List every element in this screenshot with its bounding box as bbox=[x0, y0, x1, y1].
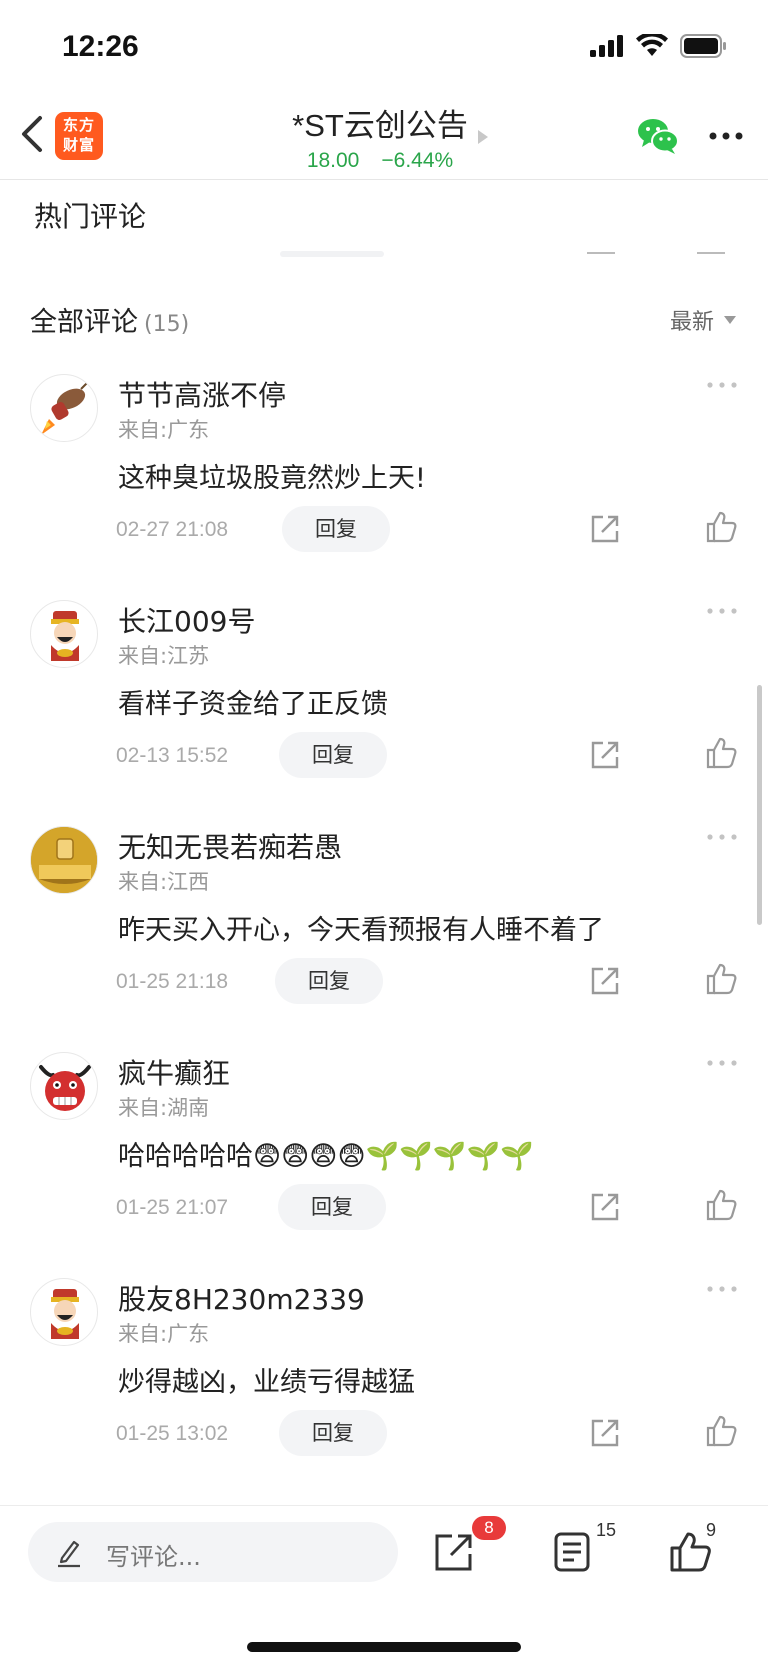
thumbs-up-icon[interactable] bbox=[704, 736, 738, 770]
pencil-icon bbox=[58, 1540, 80, 1568]
comment-item: 疯牛癫狂 来自:湖南 哈哈哈哈哈😨😨😨😨🌱🌱🌱🌱🌱 01-25 21:07 回复 bbox=[0, 1038, 768, 1264]
nav-header: 东方 财富 *ST云创公告 18.00 −6.44% bbox=[0, 96, 768, 180]
gold-coin-avatar-icon bbox=[31, 827, 97, 893]
comment-item: 长江009号 来自:江苏 看样子资金给了正反馈 02-13 15:52 回复 bbox=[0, 586, 768, 812]
comment-author[interactable]: 股友8H230m2339 bbox=[118, 1278, 365, 1318]
back-icon[interactable] bbox=[18, 114, 48, 154]
avatar[interactable] bbox=[30, 374, 98, 442]
logo-line2: 财富 bbox=[62, 136, 95, 154]
comment-text[interactable]: 昨天买入开心，今天看预报有人睡不着了 bbox=[118, 908, 604, 947]
write-comment-placeholder: 写评论... bbox=[106, 1543, 201, 1571]
battery-icon bbox=[680, 34, 726, 58]
status-icons bbox=[590, 34, 728, 58]
share-badge: 8 bbox=[472, 1516, 506, 1540]
share-icon[interactable] bbox=[588, 1416, 622, 1450]
reply-button[interactable]: 回复 bbox=[282, 506, 390, 552]
more-icon[interactable] bbox=[706, 380, 738, 390]
wechat-icon[interactable] bbox=[636, 116, 680, 156]
hot-comments-overflow bbox=[280, 251, 725, 257]
comment-item: 股友8H230m2339 来自:广东 炒得越凶，业绩亏得越猛 01-25 13:… bbox=[0, 1264, 768, 1490]
share-icon[interactable] bbox=[588, 964, 622, 998]
comment-location: 来自:广东 bbox=[118, 1322, 210, 1346]
more-icon[interactable] bbox=[706, 1058, 738, 1068]
avatar[interactable] bbox=[30, 1052, 98, 1120]
share-icon[interactable] bbox=[588, 738, 622, 772]
red-bull-avatar-icon bbox=[39, 1065, 91, 1111]
thumbs-up-icon[interactable] bbox=[704, 1414, 738, 1448]
hot-comments-header: 热门评论 bbox=[0, 181, 768, 251]
avatar[interactable] bbox=[30, 1278, 98, 1346]
comment-count: (15) bbox=[144, 312, 190, 337]
comment-location: 来自:江苏 bbox=[118, 644, 210, 668]
status-time: 12:26 bbox=[62, 30, 139, 63]
comment-location: 来自:广东 bbox=[118, 418, 210, 442]
caret-down-icon bbox=[724, 316, 736, 324]
all-comments-header: 全部评论 (15) 最新 bbox=[0, 296, 768, 346]
comment-item: 节节高涨不停 来自:广东 这种臭垃圾股竟然炒上天! 02-27 21:08 回复 bbox=[0, 360, 768, 586]
all-comments-label: 全部评论 bbox=[30, 307, 138, 338]
comment-author[interactable]: 长江009号 bbox=[118, 600, 255, 640]
like-count-label: 9 bbox=[706, 1520, 717, 1540]
comment-author[interactable]: 节节高涨不停 bbox=[118, 374, 286, 414]
comment-time: 02-13 15:52 bbox=[116, 744, 229, 767]
chevron-right-icon[interactable] bbox=[478, 130, 488, 144]
comment-author[interactable]: 疯牛癫狂 bbox=[118, 1052, 230, 1092]
all-comments-title: 全部评论 (15) bbox=[30, 300, 189, 339]
more-options-icon[interactable] bbox=[708, 126, 744, 146]
reply-button[interactable]: 回复 bbox=[279, 732, 387, 778]
page-title: *ST云创公告 bbox=[292, 108, 468, 143]
rocket-bull-avatar-icon bbox=[41, 382, 88, 435]
comment-text[interactable]: 看样子资金给了正反馈 bbox=[118, 682, 388, 721]
logo-line1: 东方 bbox=[62, 116, 95, 134]
comment-count-label: 15 bbox=[596, 1520, 617, 1540]
sort-label: 最新 bbox=[669, 310, 714, 335]
sort-dropdown[interactable]: 最新 bbox=[670, 304, 736, 336]
stock-change: −6.44% bbox=[381, 149, 454, 172]
write-comment-input[interactable]: 写评论... bbox=[28, 1522, 398, 1582]
bottom-action-bar: 写评论... 8 15 9 bbox=[0, 1505, 768, 1663]
signal-icon bbox=[590, 35, 623, 57]
comment-time: 01-25 13:02 bbox=[116, 1422, 229, 1445]
share-icon[interactable] bbox=[588, 512, 622, 546]
stock-title-block[interactable]: *ST云创公告 18.00 −6.44% bbox=[260, 100, 500, 173]
app-logo[interactable]: 东方 财富 bbox=[55, 112, 103, 160]
comment-author[interactable]: 无知无畏若痴若愚 bbox=[118, 826, 342, 866]
stock-price: 18.00 bbox=[306, 149, 360, 172]
share-icon[interactable] bbox=[588, 1190, 622, 1224]
comment-time: 02-27 21:08 bbox=[116, 518, 229, 541]
status-bar: 12:26 bbox=[0, 0, 768, 96]
comment-text[interactable]: 炒得越凶，业绩亏得越猛 bbox=[118, 1360, 415, 1399]
stock-quote: 18.00 −6.44% bbox=[260, 149, 500, 173]
comment-text[interactable]: 这种臭垃圾股竟然炒上天! bbox=[118, 456, 426, 495]
more-icon[interactable] bbox=[706, 832, 738, 842]
fortune-god-avatar-icon bbox=[51, 611, 79, 661]
thumbs-up-icon[interactable] bbox=[704, 1188, 738, 1222]
wifi-icon bbox=[636, 34, 668, 56]
more-icon[interactable] bbox=[706, 606, 738, 616]
reply-button[interactable]: 回复 bbox=[278, 1184, 386, 1230]
fortune-god-avatar-icon bbox=[51, 1289, 79, 1339]
comment-location: 来自:湖南 bbox=[118, 1096, 210, 1120]
avatar[interactable] bbox=[30, 826, 98, 894]
scrollbar[interactable] bbox=[757, 685, 762, 925]
reply-button[interactable]: 回复 bbox=[275, 958, 383, 1004]
avatar[interactable] bbox=[30, 600, 98, 668]
comment-list-icon[interactable] bbox=[550, 1530, 594, 1574]
thumbs-up-icon[interactable] bbox=[704, 962, 738, 996]
more-icon[interactable] bbox=[706, 1284, 738, 1294]
comment-time: 01-25 21:07 bbox=[116, 1196, 229, 1219]
home-indicator bbox=[247, 1642, 521, 1652]
comment-item: 无知无畏若痴若愚 来自:江西 昨天买入开心，今天看预报有人睡不着了 01-25 … bbox=[0, 812, 768, 1038]
comment-text[interactable]: 哈哈哈哈哈😨😨😨😨🌱🌱🌱🌱🌱 bbox=[118, 1134, 534, 1173]
thumbs-up-icon[interactable] bbox=[704, 510, 738, 544]
share-icon[interactable] bbox=[432, 1530, 476, 1574]
comment-location: 来自:江西 bbox=[118, 870, 210, 894]
hot-comments-title: 热门评论 bbox=[34, 200, 147, 233]
reply-button[interactable]: 回复 bbox=[279, 1410, 387, 1456]
comment-time: 01-25 21:18 bbox=[116, 970, 229, 993]
